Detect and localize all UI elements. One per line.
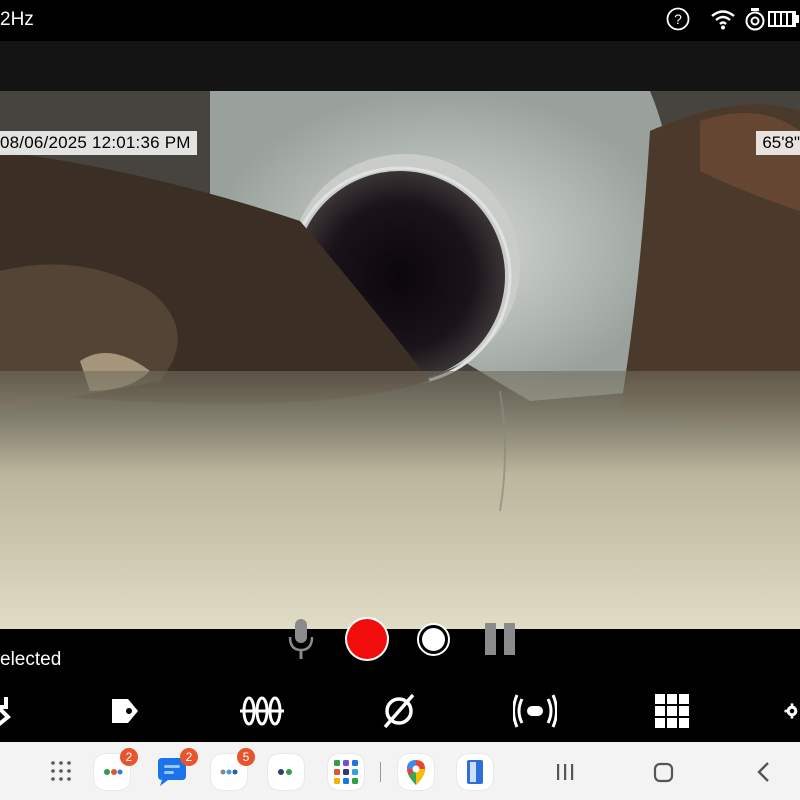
microphone-icon[interactable] (287, 617, 315, 661)
app-folder-3[interactable] (268, 754, 304, 790)
notification-badge: 2 (120, 748, 138, 766)
battery-icon (768, 10, 800, 33)
system-nav-bar: 2 2 5 (0, 742, 800, 800)
camera-feed: 08/06/2025 12:01:36 PM 65'8" (0, 91, 800, 629)
pause-icon[interactable] (485, 623, 515, 655)
notification-badge: 2 (180, 748, 198, 766)
settings-icon[interactable] (784, 691, 800, 731)
selection-status: elected (0, 649, 62, 670)
tag-icon[interactable] (102, 691, 146, 731)
notification-badge: 5 (237, 748, 255, 766)
wifi-icon (710, 8, 736, 35)
snapshot-button[interactable] (417, 623, 450, 656)
status-icons: ? (658, 7, 800, 36)
recent-apps-icon[interactable] (552, 759, 578, 785)
top-toolbar (0, 41, 800, 91)
pipe-image (0, 91, 800, 629)
svg-text:?: ? (674, 11, 682, 27)
grid-icon[interactable] (650, 691, 694, 731)
no-diameter-icon[interactable] (377, 691, 421, 731)
record-controls: elected (0, 617, 800, 679)
maps-app[interactable] (398, 754, 434, 790)
distance-overlay: 65'8" (756, 131, 800, 155)
app-folder-4[interactable] (328, 754, 364, 790)
divider (380, 762, 381, 782)
back-icon[interactable] (751, 759, 777, 785)
camera-battery-icon (744, 7, 766, 36)
record-button[interactable] (345, 617, 389, 661)
help-icon[interactable]: ? (666, 7, 690, 36)
app-drawer-icon[interactable] (50, 760, 76, 786)
back-arrow-icon[interactable] (0, 691, 18, 731)
door-app[interactable] (457, 754, 493, 790)
waveform-icon[interactable] (240, 691, 284, 731)
app-folder-1[interactable]: 2 (94, 748, 138, 790)
status-bar: 2Hz ? (0, 0, 800, 41)
tool-row (0, 679, 800, 742)
timestamp-overlay: 08/06/2025 12:01:36 PM (0, 131, 197, 155)
app-folder-2[interactable]: 5 (211, 748, 255, 790)
refresh-rate-label: 2Hz (0, 9, 34, 30)
home-icon[interactable] (651, 759, 677, 785)
messages-app[interactable]: 2 (154, 748, 198, 790)
sonde-icon[interactable] (513, 691, 557, 731)
